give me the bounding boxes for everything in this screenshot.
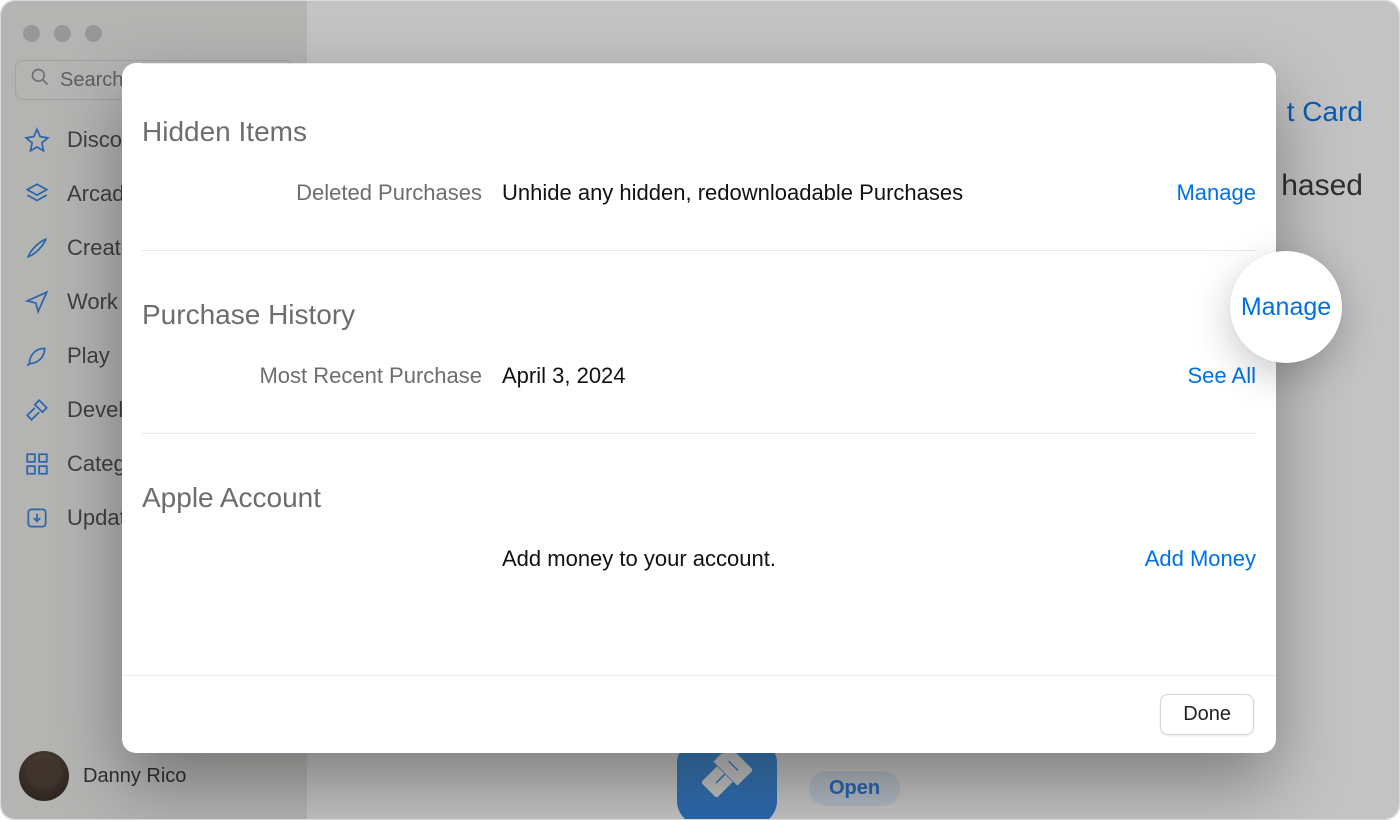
app-window: Discover Arcade Create Work Play Develop [0,0,1400,820]
add-money-button[interactable]: Add Money [1145,546,1256,572]
row-most-recent-purchase: Most Recent Purchase April 3, 2024 See A… [142,359,1256,393]
row-deleted-purchases: Deleted Purchases Unhide any hidden, red… [142,176,1256,210]
manage-hidden-button[interactable]: Manage [1176,180,1256,206]
row-add-money: Add money to your account. Add Money [142,542,1256,576]
row-value: Unhide any hidden, redownloadable Purcha… [502,180,1056,206]
row-key: Deleted Purchases [142,180,482,206]
section-purchase-history: Purchase History Most Recent Purchase Ap… [142,250,1256,433]
section-title: Purchase History [142,299,1256,331]
sheet-footer: Done [122,675,1276,753]
done-button[interactable]: Done [1160,694,1254,735]
see-all-button[interactable]: See All [1188,363,1257,389]
row-key: Most Recent Purchase [142,363,482,389]
section-title: Hidden Items [142,116,1256,148]
section-apple-account: Apple Account Add money to your account.… [142,433,1256,616]
row-value: April 3, 2024 [502,363,1056,389]
row-value: Add money to your account. [502,546,1056,572]
section-hidden-items: Hidden Items Deleted Purchases Unhide an… [142,63,1256,250]
section-title: Apple Account [142,482,1256,514]
account-settings-sheet: Hidden Items Deleted Purchases Unhide an… [122,63,1276,753]
